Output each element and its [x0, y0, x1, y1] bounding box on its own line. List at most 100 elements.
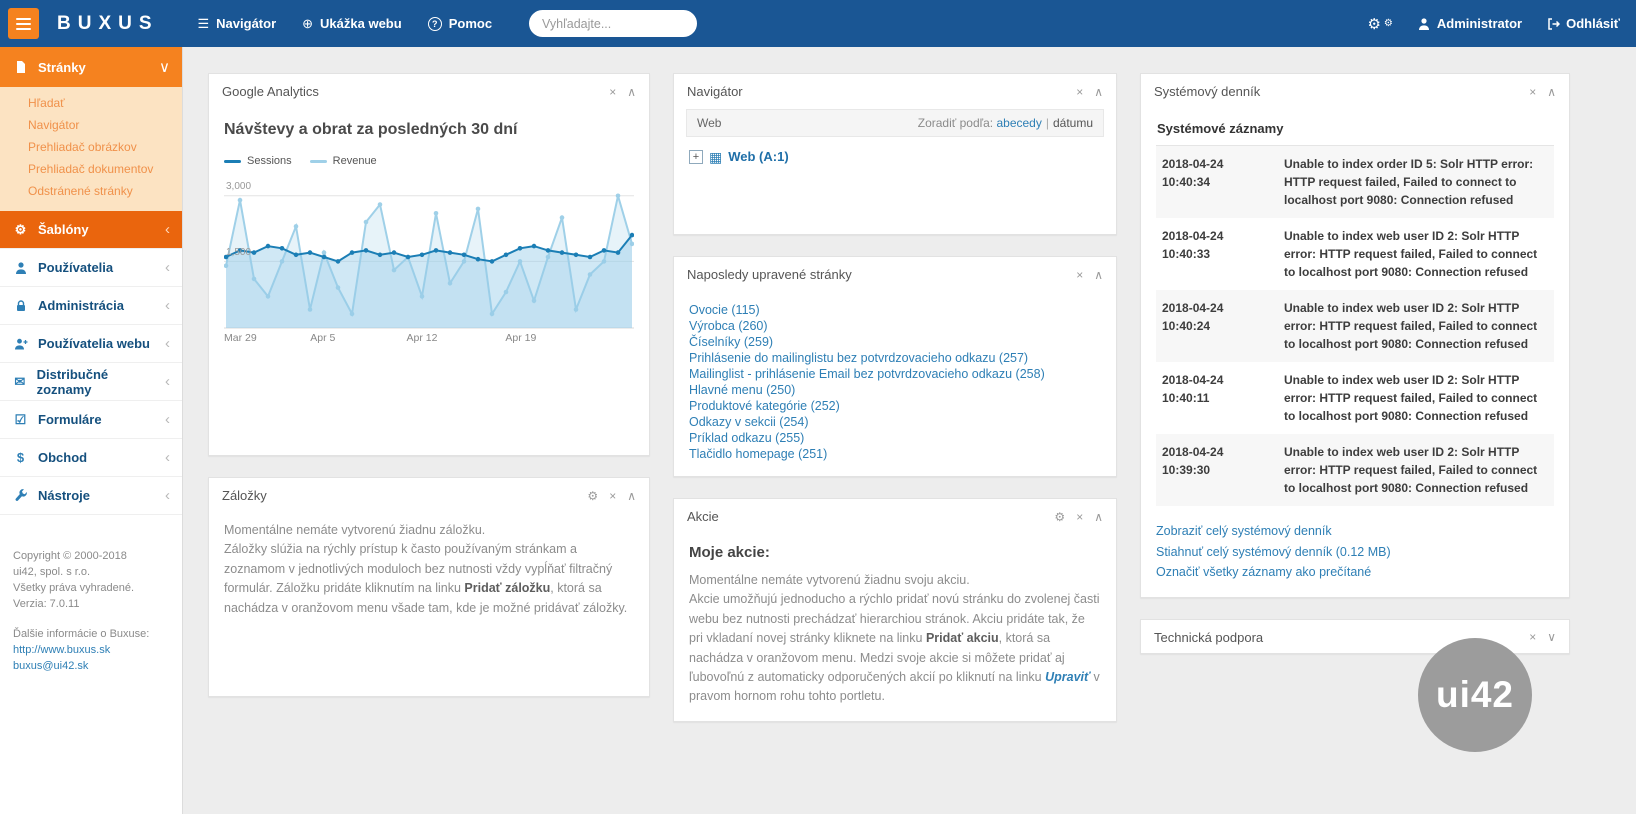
syslog-message: Unable to index web user ID 2: Solr HTTP…: [1284, 227, 1548, 281]
sidebar-item-obchod[interactable]: $ Obchod ‹: [0, 439, 182, 477]
upravit-link[interactable]: Upraviť: [1045, 670, 1090, 684]
recent-page-link[interactable]: Číselníky (259): [689, 334, 1101, 350]
portlet-google-analytics: Google Analytics × ∧ Návštevy a obrat za…: [208, 73, 650, 456]
hamburger-menu-button[interactable]: [8, 8, 39, 39]
lock-icon: [12, 299, 29, 313]
collapse-icon[interactable]: ∧: [1547, 86, 1556, 98]
chart-title: Návštevy a obrat za posledných 30 dní: [224, 121, 634, 139]
download-full-log-link[interactable]: Stiahnuť celý systémový denník (0.12 MB): [1156, 542, 1554, 563]
recent-page-link[interactable]: Príklad odkazu (255): [689, 430, 1101, 446]
sidebar-item-pouzivatelia-webu[interactable]: Používatelia webu ‹: [0, 325, 182, 363]
recent-page-link[interactable]: Produktové kategórie (252): [689, 398, 1101, 414]
syslog-timestamp: 2018-04-24 10:40:33: [1162, 227, 1274, 281]
recent-page-link[interactable]: Tlačidlo homepage (251): [689, 446, 1101, 462]
close-icon[interactable]: ×: [1529, 631, 1536, 643]
submenu-item-navigator[interactable]: Navigátor: [0, 114, 182, 136]
tree-node-row: + ▦ Web (A:1): [686, 137, 1104, 176]
sidebar-item-stranky[interactable]: Stránky ∨: [0, 47, 182, 87]
user-label: Administrator: [1437, 16, 1522, 31]
zalozky-text: Momentálne nemáte vytvorenú žiadnu zálož…: [224, 521, 634, 618]
mark-all-read-link[interactable]: Označiť všetky záznamy ako prečítané: [1156, 562, 1554, 583]
chart-canvas: [224, 179, 634, 329]
portlet-zalozky: Záložky ⚙ × ∧ Momentálne nemáte vytvoren…: [208, 477, 650, 697]
sidebar-item-sablony[interactable]: ⚙ Šablóny ‹: [0, 211, 182, 249]
tree-expand-icon[interactable]: +: [689, 150, 703, 164]
collapse-icon[interactable]: ∧: [1094, 269, 1103, 281]
user-menu[interactable]: Administrator: [1417, 16, 1522, 31]
collapse-icon[interactable]: ∧: [1094, 511, 1103, 523]
revenue-legend-marker: [310, 160, 327, 163]
close-icon[interactable]: ×: [609, 490, 616, 502]
sort-by-alphabet-link[interactable]: abecedy: [996, 116, 1041, 130]
sidebar-item-nastroje[interactable]: Nástroje ‹: [0, 477, 182, 515]
cogs-icon: ⚙: [12, 222, 29, 238]
sidebar-item-administracia[interactable]: Administrácia ‹: [0, 287, 182, 325]
submenu-item-prehliadac-dokumentov[interactable]: Prehliadač dokumentov: [0, 158, 182, 180]
settings-gear-icon[interactable]: ⚙: [1054, 511, 1065, 523]
syslog-timestamp: 2018-04-24 10:40:11: [1162, 371, 1274, 425]
search-input[interactable]: [529, 10, 697, 37]
legend-item-revenue[interactable]: Revenue: [310, 155, 377, 167]
navigator-toolbar: Web Zoradiť podľa: abecedy|dátumu: [686, 109, 1104, 137]
settings-gear-icon[interactable]: ⚙: [587, 490, 598, 502]
syslog-entry: 2018-04-24 10:40:24 Unable to index web …: [1156, 290, 1554, 362]
chart-legend: Sessions Revenue: [224, 155, 634, 167]
chevron-left-icon: ‹: [165, 373, 170, 390]
collapse-icon[interactable]: ∧: [627, 86, 636, 98]
collapse-icon[interactable]: ∧: [1094, 86, 1103, 98]
x-axis-tick: Apr 5: [310, 332, 335, 344]
sidebar-item-label: Používatelia webu: [38, 336, 150, 351]
sort-by-date-option[interactable]: dátumu: [1053, 116, 1093, 130]
chevron-left-icon: ‹: [165, 411, 170, 428]
navbar-item-ukazka-webu[interactable]: ⊕ Ukážka webu: [289, 8, 415, 40]
submenu-item-prehliadac-obrazkov[interactable]: Prehliadač obrázkov: [0, 136, 182, 158]
sort-label: Zoradiť podľa:: [918, 116, 993, 130]
logout-button[interactable]: Odhlásiť: [1546, 16, 1620, 31]
tree-node-web-link[interactable]: Web (A:1): [728, 149, 788, 164]
user-icon: [1417, 17, 1431, 31]
syslog-entry: 2018-04-24 10:40:33 Unable to index web …: [1156, 218, 1554, 290]
portlet-title: Systémový denník: [1154, 84, 1260, 99]
logout-label: Odhlásiť: [1566, 16, 1620, 31]
collapse-icon[interactable]: ∧: [627, 490, 636, 502]
portlet-systemovy-dennik: Systémový denník × ∧ Systémové záznamy 2…: [1140, 73, 1570, 598]
sidebar-item-pouzivatelia[interactable]: Používatelia ‹: [0, 249, 182, 287]
submenu-item-hladat[interactable]: Hľadať: [0, 92, 182, 114]
ui42-logo: ui42: [1436, 674, 1514, 716]
syslog-message: Unable to index web user ID 2: Solr HTTP…: [1284, 299, 1548, 353]
tree-grid-icon[interactable]: ▦: [709, 150, 722, 164]
globe-icon: ⊕: [302, 16, 313, 32]
settings-cogs-icon[interactable]: ⚙⚙: [1367, 15, 1392, 33]
navbar-menu: ☰ Navigátor ⊕ Ukážka webu ? Pomoc: [185, 8, 506, 40]
sidebar-item-formulare[interactable]: ☑ Formuláre ‹: [0, 401, 182, 439]
akcie-heading: Moje akcie:: [689, 544, 1101, 561]
sidebar-item-distribucne-zoznamy[interactable]: ✉ Distribučné zoznamy ‹: [0, 363, 182, 401]
close-icon[interactable]: ×: [1076, 511, 1083, 523]
navbar-item-pomoc[interactable]: ? Pomoc: [415, 8, 505, 40]
recent-page-link[interactable]: Výrobca (260): [689, 318, 1101, 334]
buxus-website-link[interactable]: http://www.buxus.sk: [13, 643, 169, 659]
close-icon[interactable]: ×: [609, 86, 616, 98]
view-full-log-link[interactable]: Zobraziť celý systémový denník: [1156, 521, 1554, 542]
recent-page-link[interactable]: Prihlásenie do mailinglistu bez potvrdzo…: [689, 350, 1101, 366]
recent-page-link[interactable]: Odkazy v sekcii (254): [689, 414, 1101, 430]
close-icon[interactable]: ×: [1529, 86, 1536, 98]
chevron-left-icon: ‹: [165, 259, 170, 276]
sidebar-item-label: Administrácia: [38, 298, 124, 313]
close-icon[interactable]: ×: [1076, 269, 1083, 281]
buxus-email-link[interactable]: buxus@ui42.sk: [13, 659, 169, 675]
file-icon: [12, 60, 29, 74]
portlet-naposledy-upravene: Naposledy upravené stránky × ∧ Ovocie (1…: [673, 256, 1117, 477]
recent-page-link[interactable]: Mailinglist - prihlásenie Email bez potv…: [689, 366, 1101, 382]
close-icon[interactable]: ×: [1076, 86, 1083, 98]
submenu-item-odstranene-stranky[interactable]: Odstránené stránky: [0, 180, 182, 202]
legend-item-sessions[interactable]: Sessions: [224, 155, 292, 167]
user-icon: [12, 261, 29, 275]
sidebar-item-label: Obchod: [38, 450, 87, 465]
recent-page-link[interactable]: Ovocie (115): [689, 302, 1101, 318]
navbar-item-navigator[interactable]: ☰ Navigátor: [185, 8, 290, 40]
syslog-timestamp: 2018-04-24 10:40:24: [1162, 299, 1274, 353]
sidebar-item-label: Stránky: [38, 60, 86, 75]
expand-icon[interactable]: ∨: [1547, 631, 1556, 643]
recent-page-link[interactable]: Hlavné menu (250): [689, 382, 1101, 398]
